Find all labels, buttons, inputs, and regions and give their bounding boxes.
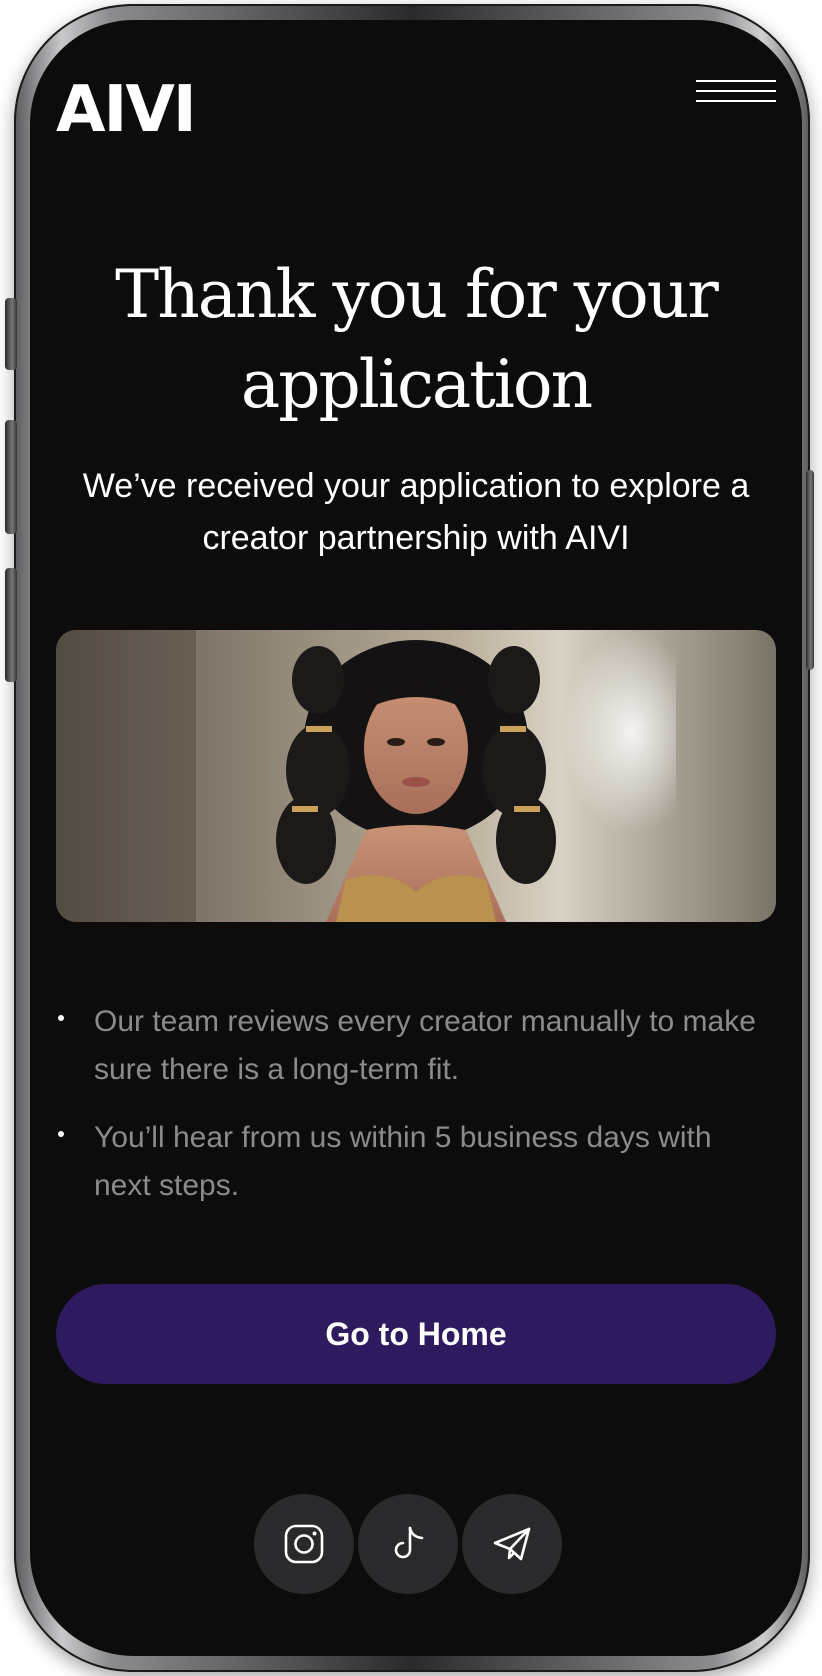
tiktok-icon (394, 1526, 424, 1559)
instagram-button[interactable] (254, 1494, 354, 1594)
info-list: Our team reviews every creator manually … (56, 998, 776, 1230)
tiktok-button[interactable] (358, 1494, 458, 1594)
menu-line (696, 90, 776, 92)
social-links (254, 1494, 578, 1594)
hero-image-illustration (56, 630, 676, 922)
telegram-button[interactable] (462, 1494, 562, 1594)
menu-line (696, 100, 776, 102)
volume-down-button (5, 568, 17, 682)
list-item-text: You’ll hear from us within 5 business da… (94, 1121, 712, 1202)
brand-logo-text: AIVI (56, 73, 197, 147)
list-item: Our team reviews every creator manually … (56, 998, 776, 1094)
menu-line (696, 80, 776, 82)
hamburger-menu-icon[interactable] (696, 80, 776, 124)
go-to-home-button[interactable]: Go to Home (56, 1284, 776, 1384)
page-title: Thank you for your application (115, 256, 719, 423)
mute-switch (5, 298, 17, 370)
hero-image (56, 630, 776, 922)
bullet-icon (58, 1015, 64, 1021)
list-item-text: Our team reviews every creator manually … (94, 1005, 756, 1086)
screen: AIVI Thank you for your application We’v… (30, 20, 802, 1656)
volume-up-button (5, 420, 17, 534)
telegram-icon (493, 1527, 531, 1561)
page-subtitle: We’ve received your application to explo… (82, 467, 750, 557)
power-button (806, 470, 814, 670)
brand-logo[interactable]: AIVI (56, 70, 226, 150)
instagram-icon (284, 1524, 324, 1564)
list-item: You’ll hear from us within 5 business da… (56, 1114, 776, 1210)
bullet-icon (58, 1131, 64, 1137)
